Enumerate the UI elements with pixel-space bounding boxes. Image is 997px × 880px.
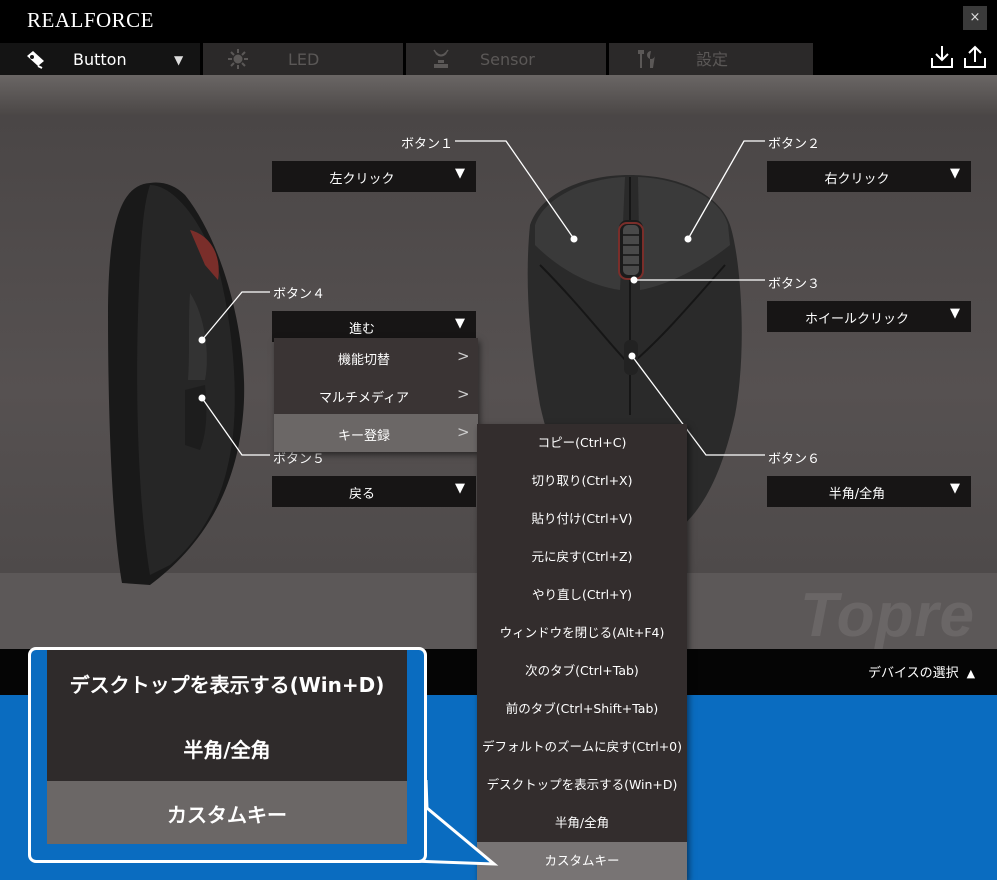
chevron-right-icon: >: [457, 385, 470, 403]
key-item-paste[interactable]: 貼り付け(Ctrl+V): [477, 500, 687, 538]
tab-button-label: Button: [73, 50, 127, 69]
key-item-next-tab[interactable]: 次のタブ(Ctrl+Tab): [477, 652, 687, 690]
tab-sensor-label: Sensor: [480, 50, 535, 69]
led-icon: [228, 49, 248, 69]
key-item-copy[interactable]: コピー(Ctrl+C): [477, 424, 687, 462]
key-item-cut[interactable]: 切り取り(Ctrl+X): [477, 462, 687, 500]
button5-dropdown[interactable]: 戻る ▼: [272, 476, 476, 507]
key-list-menu: コピー(Ctrl+C) 切り取り(Ctrl+X) 貼り付け(Ctrl+V) 元に…: [477, 424, 687, 880]
dropdown-arrow-icon: ▼: [455, 316, 465, 331]
dropdown-arrow-icon: ▼: [950, 306, 960, 321]
chevron-up-icon: ▲: [966, 667, 976, 680]
key-item-undo[interactable]: 元に戻す(Ctrl+Z): [477, 538, 687, 576]
button4-value: 進む: [348, 322, 375, 337]
submenu-item-function-switch[interactable]: 機能切替 >: [274, 338, 478, 376]
tab-button[interactable]: Button ▼: [0, 43, 200, 75]
callout-item-show-desktop: デスクトップを表示する(Win+D): [69, 673, 385, 697]
title-bar: REALFORCE ×: [0, 0, 997, 43]
export-icon[interactable]: [963, 44, 987, 70]
key-item-prev-tab[interactable]: 前のタブ(Ctrl+Shift+Tab): [477, 690, 687, 728]
key-item-hankaku-zenkaku[interactable]: 半角/全角: [477, 804, 687, 842]
button-icon: [27, 51, 44, 69]
close-button[interactable]: ×: [963, 6, 987, 30]
button2-label: ボタン２: [768, 137, 821, 152]
key-item-reset-zoom[interactable]: デフォルトのズームに戻す(Ctrl+0): [477, 728, 687, 766]
tab-settings[interactable]: 設定: [609, 43, 813, 75]
key-item-close-window[interactable]: ウィンドウを閉じる(Alt+F4): [477, 614, 687, 652]
button3-dropdown[interactable]: ホイールクリック ▼: [767, 301, 971, 332]
tab-settings-label: 設定: [696, 50, 729, 69]
dropdown-arrow-icon: ▼: [455, 481, 465, 496]
button3-value: ホイールクリック: [804, 312, 909, 327]
tab-led-label: LED: [288, 50, 320, 69]
device-select-label: デバイスの選択: [868, 666, 959, 681]
function-submenu: 機能切替 > マルチメディア > キー登録 >: [274, 338, 478, 452]
tools-icon: [638, 50, 655, 68]
header-strip: [0, 75, 997, 115]
device-select-button[interactable]: デバイスの選択 ▲: [868, 662, 975, 681]
sensor-icon: [433, 49, 449, 68]
submenu-item-label: 機能切替: [337, 353, 390, 368]
button6-value: 半角/全角: [828, 487, 886, 502]
submenu-item-label: キー登録: [337, 429, 390, 444]
key-item-redo[interactable]: やり直し(Ctrl+Y): [477, 576, 687, 614]
key-item-show-desktop[interactable]: デスクトップを表示する(Win+D): [477, 766, 687, 804]
button1-value: 左クリック: [329, 172, 395, 187]
submenu-item-key-register[interactable]: キー登録 >: [274, 414, 478, 452]
submenu-item-multimedia[interactable]: マルチメディア >: [274, 376, 478, 414]
tab-bar: Button ▼ LED Sensor 設定: [0, 43, 997, 75]
submenu-item-label: マルチメディア: [318, 391, 410, 406]
tab-sensor[interactable]: Sensor: [406, 43, 606, 75]
callout-item-custom-key: カスタムキー: [167, 803, 287, 827]
import-icon[interactable]: [930, 44, 954, 70]
button1-dropdown[interactable]: 左クリック ▼: [272, 161, 476, 192]
callout-item-hankaku-zenkaku: 半角/全角: [183, 738, 271, 762]
dropdown-arrow-icon: ▼: [950, 166, 960, 181]
realforce-logo: REALFORCE: [27, 8, 155, 32]
button1-label: ボタン１: [401, 137, 454, 152]
dropdown-arrow-icon: ▼: [455, 166, 465, 181]
chevron-down-icon: ▼: [174, 53, 184, 67]
button2-dropdown[interactable]: 右クリック ▼: [767, 161, 971, 192]
tab-led[interactable]: LED: [203, 43, 403, 75]
dropdown-arrow-icon: ▼: [950, 481, 960, 496]
button4-label: ボタン４: [273, 287, 326, 302]
chevron-right-icon: >: [457, 347, 470, 365]
button6-dropdown[interactable]: 半角/全角 ▼: [767, 476, 971, 507]
button5-value: 戻る: [348, 487, 375, 502]
key-item-custom-key[interactable]: カスタムキー: [477, 842, 687, 880]
button2-value: 右クリック: [824, 172, 890, 187]
chevron-right-icon: >: [457, 423, 470, 441]
button6-label: ボタン６: [768, 452, 821, 467]
button3-label: ボタン３: [768, 277, 821, 292]
